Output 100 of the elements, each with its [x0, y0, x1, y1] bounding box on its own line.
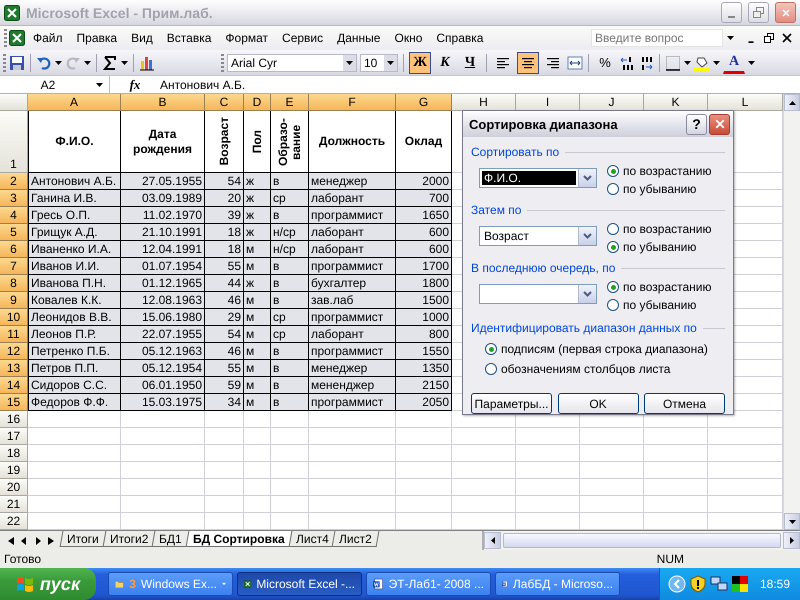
row-header[interactable]: 7	[0, 258, 28, 275]
name-box[interactable]: A2	[0, 76, 110, 93]
column-header[interactable]: B	[121, 94, 205, 111]
caret-icon[interactable]	[748, 60, 755, 64]
row-header[interactable]: 16	[0, 411, 28, 428]
chevron-down-icon[interactable]	[583, 175, 592, 181]
row-header[interactable]: 13	[0, 360, 28, 377]
chevron-down-icon[interactable]	[583, 291, 592, 297]
row-header[interactable]: 10	[0, 309, 28, 326]
radio-button[interactable]	[607, 183, 619, 195]
radio-label[interactable]: по возрастанию	[623, 222, 712, 236]
font-size-dropdown[interactable]: 10	[360, 54, 398, 72]
restore-button[interactable]	[748, 2, 769, 23]
sheet-tab[interactable]: БД Сортировка	[185, 531, 292, 547]
radio-label[interactable]: по убыванию	[623, 182, 696, 196]
previous-sheet-icon[interactable]	[20, 536, 28, 544]
scroll-down-button[interactable]	[784, 513, 800, 530]
dialog-button[interactable]: Параметры...	[471, 393, 552, 414]
sheet-tab[interactable]: Лист2	[332, 531, 380, 547]
font-dropdown[interactable]: Arial Cyr	[227, 54, 357, 72]
menu-item[interactable]: Правка	[70, 29, 124, 47]
menu-item[interactable]: Формат	[219, 29, 274, 47]
row-header[interactable]: 19	[0, 462, 28, 479]
close-button[interactable]	[709, 114, 730, 134]
taskbar-button[interactable]: Microsoft Excel -...	[237, 572, 362, 596]
chevron-down-icon[interactable]	[583, 233, 592, 239]
row-header[interactable]: 4	[0, 207, 28, 224]
next-sheet-icon[interactable]	[34, 536, 42, 544]
help-button[interactable]: ?	[686, 114, 707, 134]
row-header[interactable]: 9	[0, 292, 28, 309]
fill-color-icon[interactable]	[694, 54, 710, 70]
column-header[interactable]: L	[708, 94, 783, 111]
column-header[interactable]: F	[309, 94, 396, 111]
network-icon[interactable]	[710, 576, 728, 592]
sheet-tab[interactable]: Итоги2	[102, 531, 156, 547]
row-header[interactable]: 3	[0, 190, 28, 207]
menu-item[interactable]: Справка	[430, 29, 490, 47]
row-header[interactable]: 6	[0, 241, 28, 258]
help-search-field[interactable]: Введите вопрос	[591, 29, 723, 47]
row-header[interactable]: 22	[0, 513, 28, 530]
chart-icon[interactable]	[139, 54, 155, 70]
row-header[interactable]: 8	[0, 275, 28, 292]
row-header[interactable]: 14	[0, 377, 28, 394]
sheet-tab[interactable]: БД1	[152, 531, 190, 547]
scroll-left-button[interactable]	[484, 532, 501, 549]
caret-icon[interactable]	[727, 36, 734, 40]
radio-label[interactable]: обозначениям столбцов листа	[501, 362, 670, 376]
radio-label[interactable]: по убыванию	[623, 240, 696, 254]
row-header[interactable]: 1	[0, 111, 28, 173]
merge-center-icon[interactable]	[567, 54, 583, 70]
radio-button[interactable]	[485, 343, 497, 355]
dialog-button[interactable]: Отмена	[644, 393, 725, 414]
row-header[interactable]: 12	[0, 343, 28, 360]
font-style-button[interactable]: Ч	[459, 52, 481, 74]
close-icon[interactable]	[782, 33, 792, 43]
restore-icon[interactable]	[764, 33, 774, 43]
caret-icon[interactable]	[84, 60, 91, 64]
close-button[interactable]	[775, 2, 796, 23]
caret-icon[interactable]	[684, 60, 691, 64]
align-center-button[interactable]	[517, 52, 539, 74]
menu-item[interactable]: Файл	[27, 29, 69, 47]
borders-icon[interactable]	[665, 54, 681, 70]
undo-icon[interactable]	[36, 54, 52, 70]
radio-label[interactable]: по возрастанию	[623, 280, 712, 294]
font-style-button[interactable]: К	[434, 52, 456, 74]
scrollbar-thumb[interactable]	[503, 533, 781, 548]
scroll-right-button[interactable]	[783, 532, 800, 549]
shield-icon[interactable]	[690, 575, 706, 593]
column-header[interactable]: H	[452, 94, 516, 111]
row-header[interactable]: 20	[0, 479, 28, 496]
row-header[interactable]: 18	[0, 445, 28, 462]
minimize-button[interactable]	[721, 2, 742, 23]
column-header[interactable]: G	[396, 94, 452, 111]
radio-label[interactable]: по возрастанию	[623, 164, 712, 178]
save-icon[interactable]	[9, 54, 25, 70]
menu-item[interactable]: Окно	[388, 29, 428, 47]
sheet-tab[interactable]: Итоги	[60, 531, 106, 547]
column-header[interactable]: K	[644, 94, 708, 111]
sum-icon[interactable]	[102, 54, 118, 70]
percent-button[interactable]: %	[594, 52, 616, 74]
menu-item[interactable]: Вставка	[160, 29, 218, 47]
flag-icon[interactable]	[732, 576, 748, 592]
caret-icon[interactable]	[96, 82, 103, 86]
radio-button[interactable]	[607, 165, 619, 177]
row-header[interactable]: 2	[0, 173, 28, 190]
radio-button[interactable]	[607, 299, 619, 311]
first-sheet-icon[interactable]	[6, 536, 14, 544]
radio-button[interactable]	[485, 363, 497, 375]
column-header[interactable]: C	[205, 94, 244, 111]
column-header[interactable]: E	[271, 94, 309, 111]
menu-item[interactable]: Данные	[331, 29, 386, 47]
column-header[interactable]: J	[580, 94, 644, 111]
font-style-button[interactable]: Ж	[409, 52, 431, 74]
menu-item[interactable]: Сервис	[276, 29, 330, 47]
radio-label[interactable]: подписям (первая строка диапазона)	[501, 342, 708, 356]
increase-decimal-icon[interactable]	[619, 54, 635, 70]
row-header[interactable]: 17	[0, 428, 28, 445]
caret-icon[interactable]	[55, 60, 62, 64]
column-header[interactable]: I	[516, 94, 580, 111]
insert-function-button[interactable]: fx	[110, 76, 160, 92]
